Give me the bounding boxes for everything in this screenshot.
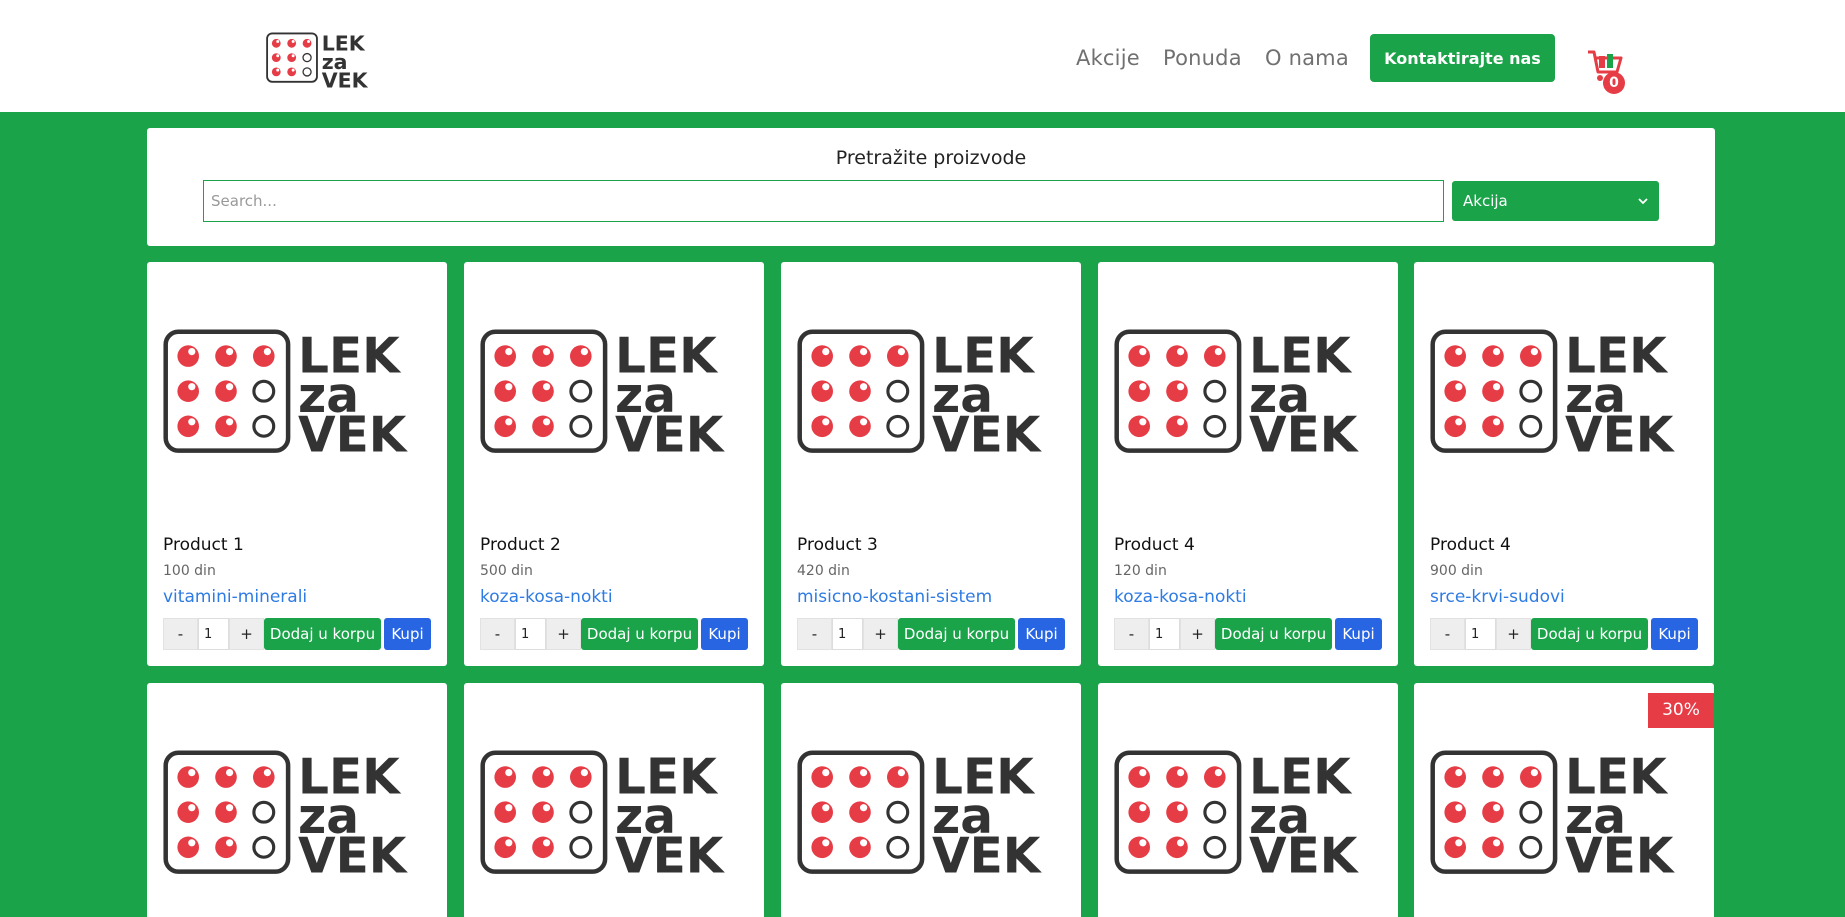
quantity-decrease-button[interactable]: - <box>797 618 832 650</box>
product-card: LEK za VEK <box>464 683 764 917</box>
product-category-link[interactable]: koza-kosa-nokti <box>480 587 613 607</box>
logo-text-vek: VEK <box>1565 408 1676 463</box>
product-image: LEK za VEK <box>480 328 726 463</box>
brand-text-vek: VEK <box>322 68 369 92</box>
quantity-decrease-button[interactable]: - <box>1114 618 1149 650</box>
product-price: 420 din <box>797 563 850 579</box>
quantity-increase-button[interactable]: + <box>229 618 264 650</box>
product-image: LEK za VEK <box>1430 328 1676 463</box>
chevron-down-icon <box>1638 198 1648 205</box>
site-header: LEK za VEK Akcije Ponuda O nama Kontakti… <box>0 0 1845 112</box>
logo-text-vek: VEK <box>932 829 1043 884</box>
product-name: Product 2 <box>480 535 561 555</box>
quantity-decrease-button[interactable]: - <box>1430 618 1465 650</box>
product-card: LEK za VEK Product 4 900 din srce-krvi-s… <box>1414 262 1714 666</box>
quantity-stepper: - + <box>797 618 898 650</box>
product-name: Product 1 <box>163 535 244 555</box>
quantity-increase-button[interactable]: + <box>1180 618 1215 650</box>
contact-button[interactable]: Kontaktirajte nas <box>1370 34 1555 82</box>
product-card: LEK za VEK Product 4 120 din koza-kosa-n… <box>1098 262 1398 666</box>
product-image: LEK za VEK <box>163 749 409 884</box>
product-name: Product 4 <box>1430 535 1511 555</box>
product-category-link[interactable]: koza-kosa-nokti <box>1114 587 1247 607</box>
product-image: LEK za VEK <box>1430 749 1676 884</box>
quantity-input[interactable] <box>198 618 229 650</box>
filter-select[interactable]: Akcija <box>1452 181 1659 221</box>
quantity-decrease-button[interactable]: - <box>480 618 515 650</box>
quantity-stepper: - + <box>1430 618 1531 650</box>
quantity-input[interactable] <box>1149 618 1180 650</box>
quantity-increase-button[interactable]: + <box>546 618 581 650</box>
quantity-increase-button[interactable]: + <box>1496 618 1531 650</box>
logo-text-vek: VEK <box>298 829 409 884</box>
buy-button[interactable]: Kupi <box>701 618 748 650</box>
search-title: Pretražite proizvode <box>835 147 1027 169</box>
product-card: LEK za VEK <box>1098 683 1398 917</box>
filter-selected-value: Akcija <box>1463 192 1508 210</box>
quantity-stepper: - + <box>480 618 581 650</box>
logo-icon: LEK za VEK <box>266 32 369 92</box>
add-to-cart-button[interactable]: Dodaj u korpu <box>581 618 698 650</box>
product-card: LEK za VEK Product 1 100 din vitamini-mi… <box>147 262 447 666</box>
add-to-cart-button[interactable]: Dodaj u korpu <box>1531 618 1648 650</box>
add-to-cart-button[interactable]: Dodaj u korpu <box>898 618 1015 650</box>
product-category-link[interactable]: vitamini-minerali <box>163 587 307 607</box>
product-image: LEK za VEK <box>163 328 409 463</box>
discount-badge: 30% <box>1648 693 1714 728</box>
brand-logo[interactable]: LEK za VEK <box>266 32 376 92</box>
product-category-link[interactable]: srce-krvi-sudovi <box>1430 587 1565 607</box>
add-to-cart-button[interactable]: Dodaj u korpu <box>1215 618 1332 650</box>
buy-button[interactable]: Kupi <box>1335 618 1382 650</box>
product-image: LEK za VEK <box>797 749 1043 884</box>
product-card: LEK za VEK Product 2 500 din koza-kosa-n… <box>464 262 764 666</box>
product-image: LEK za VEK <box>1114 328 1360 463</box>
product-image: LEK za VEK <box>1114 749 1360 884</box>
product-card: LEK za VEK <box>147 683 447 917</box>
search-panel: Pretražite proizvode Akcija <box>147 128 1715 246</box>
product-category-link[interactable]: misicno-kostani-sistem <box>797 587 992 607</box>
product-price: 120 din <box>1114 563 1167 579</box>
logo-text-vek: VEK <box>1565 829 1676 884</box>
logo-text-vek: VEK <box>615 829 726 884</box>
quantity-increase-button[interactable]: + <box>863 618 898 650</box>
product-price: 100 din <box>163 563 216 579</box>
product-price: 900 din <box>1430 563 1483 579</box>
quantity-decrease-button[interactable]: - <box>163 618 198 650</box>
nav-link-akcije[interactable]: Akcije <box>1076 46 1140 70</box>
product-image: LEK za VEK <box>797 328 1043 463</box>
buy-button[interactable]: Kupi <box>1651 618 1698 650</box>
logo-text-vek: VEK <box>298 408 409 463</box>
product-card: LEK za VEK <box>781 683 1081 917</box>
quantity-input[interactable] <box>515 618 546 650</box>
quantity-stepper: - + <box>1114 618 1215 650</box>
product-name: Product 4 <box>1114 535 1195 555</box>
buy-button[interactable]: Kupi <box>384 618 431 650</box>
nav-link-ponuda[interactable]: Ponuda <box>1163 46 1242 70</box>
buy-button[interactable]: Kupi <box>1018 618 1065 650</box>
nav-link-o-nama[interactable]: O nama <box>1265 46 1349 70</box>
search-input[interactable] <box>203 180 1444 222</box>
product-image: LEK za VEK <box>480 749 726 884</box>
product-card: 30% LEK za VEK <box>1414 683 1714 917</box>
product-price: 500 din <box>480 563 533 579</box>
quantity-input[interactable] <box>1465 618 1496 650</box>
product-name: Product 3 <box>797 535 878 555</box>
product-card: LEK za VEK Product 3 420 din misicno-kos… <box>781 262 1081 666</box>
logo-text-vek: VEK <box>1249 408 1360 463</box>
add-to-cart-button[interactable]: Dodaj u korpu <box>264 618 381 650</box>
logo-text-vek: VEK <box>615 408 726 463</box>
cart-count-badge: 0 <box>1603 72 1625 94</box>
quantity-stepper: - + <box>163 618 264 650</box>
quantity-input[interactable] <box>832 618 863 650</box>
logo-text-vek: VEK <box>1249 829 1360 884</box>
logo-text-vek: VEK <box>932 408 1043 463</box>
